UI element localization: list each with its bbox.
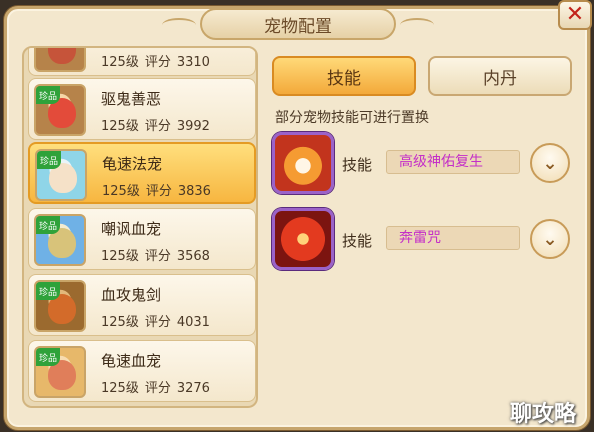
pet-score: 3992 xyxy=(176,119,210,134)
rare-badge: 珍品 xyxy=(36,282,60,300)
pet-name: 龟速血宠 xyxy=(101,352,162,370)
pet-avatar: 珍品 xyxy=(34,48,86,72)
pet-score: 3310 xyxy=(176,55,210,70)
tab-inner-core[interactable]: 内丹 xyxy=(428,56,572,96)
chevron-down-icon: ⌄ xyxy=(542,152,558,174)
pet-avatar: 珍品 xyxy=(34,214,86,266)
pet-list-item[interactable]: 珍品 血攻鬼剑 125级 评分 4031 xyxy=(28,274,256,336)
score-label: 评分 xyxy=(144,119,171,134)
tab-skill[interactable]: 技能 xyxy=(272,56,416,96)
pet-list-item[interactable]: 珍品 龟速血宠 125级 评分 3276 xyxy=(28,340,256,402)
rare-badge: 珍品 xyxy=(37,151,61,169)
close-button[interactable]: ✕ xyxy=(558,0,592,30)
score-label: 评分 xyxy=(144,249,171,264)
skill-value: 奔雷咒 xyxy=(386,226,520,250)
skill-value: 高级神佑复生 xyxy=(386,150,520,174)
page-title: 宠物配置 xyxy=(162,8,434,40)
pet-score: 4031 xyxy=(176,315,210,330)
pet-name: 嘲讽血宠 xyxy=(101,220,162,238)
pet-list-item[interactable]: 珍品 驱鬼善恶 125级 评分 3992 xyxy=(28,78,256,140)
pet-avatar: 珍品 xyxy=(34,84,86,136)
watermark-text: 聊攻略 xyxy=(510,402,577,427)
pet-avatar: 珍品 xyxy=(34,280,86,332)
rabbit-skill-icon[interactable] xyxy=(272,132,334,194)
pet-level: 125级 xyxy=(102,184,140,199)
pet-level: 125级 xyxy=(101,55,139,70)
skill-label: 技能 xyxy=(342,232,373,250)
thunder-skill-icon[interactable] xyxy=(272,208,334,270)
pet-name: 驱鬼善恶 xyxy=(101,90,162,108)
skill-row: 技能 奔雷咒 ⌄ xyxy=(272,208,572,274)
rare-badge: 珍品 xyxy=(36,86,60,104)
score-label: 评分 xyxy=(145,184,172,199)
page-title-text: 宠物配置 xyxy=(264,16,332,37)
pet-level: 125级 xyxy=(101,249,139,264)
close-icon: ✕ xyxy=(565,2,585,27)
pet-level: 125级 xyxy=(101,119,139,134)
pet-score: 3836 xyxy=(177,184,211,199)
skill-label: 技能 xyxy=(342,156,373,174)
pet-level: 125级 xyxy=(101,315,139,330)
skill-dropdown-button[interactable]: ⌄ xyxy=(530,219,570,259)
info-text: 部分宠物技能可进行置换 xyxy=(275,110,429,126)
pet-level: 125级 xyxy=(101,381,139,396)
pet-score: 3568 xyxy=(176,249,210,264)
pet-name: 血攻鬼剑 xyxy=(101,286,162,304)
skill-row: 技能 高级神佑复生 ⌄ xyxy=(272,132,572,198)
rare-badge: 珍品 xyxy=(36,216,60,234)
score-label: 评分 xyxy=(144,315,171,330)
pet-avatar: 珍品 xyxy=(35,149,87,201)
pet-list-item[interactable]: 珍品 125级评分 3310 xyxy=(28,48,256,76)
pet-list-item[interactable]: 珍品 嘲讽血宠 125级 评分 3568 xyxy=(28,208,256,270)
pet-score: 3276 xyxy=(176,381,210,396)
pet-name: 龟速法宠 xyxy=(102,155,163,173)
pet-list[interactable]: 珍品 125级评分3310 珍品 驱鬼善恶 125级评分3992 珍品 龟速法宠… xyxy=(22,46,258,408)
chevron-down-icon: ⌄ xyxy=(542,228,558,250)
skill-dropdown-button[interactable]: ⌄ xyxy=(530,143,570,183)
pet-list-item-selected[interactable]: 珍品 龟速法宠 125级 评分 3836 xyxy=(28,142,256,204)
score-label: 评分 xyxy=(144,55,171,70)
score-label: 评分 xyxy=(144,381,171,396)
rare-badge: 珍品 xyxy=(36,348,60,366)
pet-avatar: 珍品 xyxy=(34,346,86,398)
